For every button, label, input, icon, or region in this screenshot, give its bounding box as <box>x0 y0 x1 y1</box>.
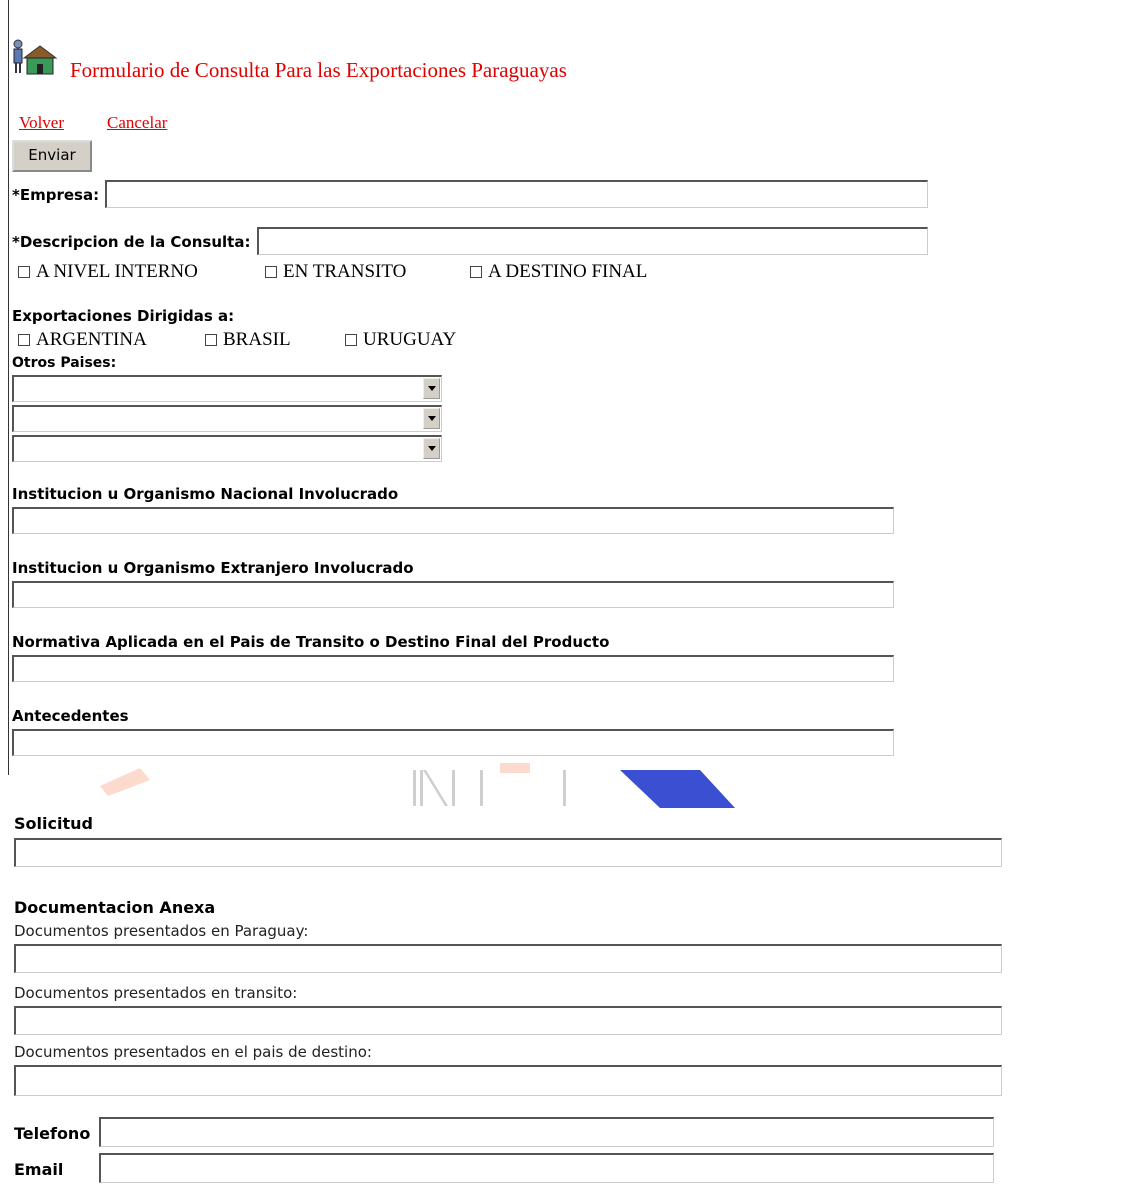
solicitud-label: Solicitud <box>14 814 93 833</box>
institucion-nacional-label: Institucion u Organismo Nacional Involuc… <box>12 485 399 503</box>
person-house-icon <box>10 38 58 78</box>
checkbox-uruguay[interactable]: URUGUAY <box>345 329 456 351</box>
cancelar-link[interactable]: Cancelar <box>107 113 167 133</box>
docs-paraguay-input[interactable] <box>14 944 1002 973</box>
checkbox-square[interactable] <box>345 334 357 346</box>
normativa-label: Normativa Aplicada en el Pais de Transit… <box>12 633 610 651</box>
docs-transito-input[interactable] <box>14 1006 1002 1035</box>
exportaciones-label: Exportaciones Dirigidas a: <box>12 307 235 325</box>
checkbox-argentina[interactable]: ARGENTINA <box>18 329 147 351</box>
antecedentes-input[interactable] <box>12 729 894 756</box>
empresa-label: *Empresa: <box>12 186 100 204</box>
checkbox-square[interactable] <box>265 266 277 278</box>
chevron-down-icon[interactable] <box>423 378 440 399</box>
docs-transito-label: Documentos presentados en transito: <box>14 984 298 1002</box>
email-input[interactable] <box>99 1153 994 1183</box>
otros-paises-select-2[interactable] <box>12 405 442 432</box>
normativa-input[interactable] <box>12 655 894 682</box>
docs-destino-label: Documentos presentados en el pais de des… <box>14 1043 372 1061</box>
institucion-extranjero-input[interactable] <box>12 581 894 608</box>
empresa-input[interactable] <box>105 180 928 208</box>
checkbox-label: EN TRANSITO <box>283 261 407 282</box>
telefono-input[interactable] <box>99 1117 994 1147</box>
checkbox-square[interactable] <box>470 266 482 278</box>
checkbox-label: A DESTINO FINAL <box>488 261 648 282</box>
checkbox-destino-final[interactable]: A DESTINO FINAL <box>470 261 647 283</box>
checkbox-square[interactable] <box>205 334 217 346</box>
antecedentes-label: Antecedentes <box>12 707 129 725</box>
telefono-label: Telefono <box>14 1124 91 1143</box>
enviar-button[interactable]: Enviar <box>12 140 92 172</box>
solicitud-input[interactable] <box>14 838 1002 867</box>
chevron-down-icon[interactable] <box>423 408 440 429</box>
email-label: Email <box>14 1160 64 1179</box>
checkbox-nivel-interno[interactable]: A NIVEL INTERNO <box>18 261 198 283</box>
otros-paises-label: Otros Paises: <box>12 355 117 371</box>
checkbox-label: BRASIL <box>223 329 291 350</box>
descripcion-input[interactable] <box>257 227 928 255</box>
otros-paises-select-1[interactable] <box>12 375 442 402</box>
checkbox-en-transito[interactable]: EN TRANSITO <box>265 261 406 283</box>
checkbox-label: URUGUAY <box>363 329 457 350</box>
checkbox-label: A NIVEL INTERNO <box>36 261 198 282</box>
chevron-down-icon[interactable] <box>423 438 440 459</box>
watermark-logo <box>0 758 1133 808</box>
docs-paraguay-label: Documentos presentados en Paraguay: <box>14 922 309 940</box>
docs-destino-input[interactable] <box>14 1065 1002 1096</box>
volver-link[interactable]: Volver <box>19 113 64 133</box>
otros-paises-select-3[interactable] <box>12 435 442 462</box>
page-left-border <box>8 0 9 775</box>
checkbox-brasil[interactable]: BRASIL <box>205 329 291 351</box>
descripcion-label: *Descripcion de la Consulta: <box>12 233 251 251</box>
checkbox-square[interactable] <box>18 266 30 278</box>
institucion-extranjero-label: Institucion u Organismo Extranjero Invol… <box>12 559 414 577</box>
page-title: Formulario de Consulta Para las Exportac… <box>70 58 567 82</box>
checkbox-label: ARGENTINA <box>36 329 147 350</box>
institucion-nacional-input[interactable] <box>12 507 894 534</box>
checkbox-square[interactable] <box>18 334 30 346</box>
documentacion-anexa-label: Documentacion Anexa <box>14 898 216 917</box>
